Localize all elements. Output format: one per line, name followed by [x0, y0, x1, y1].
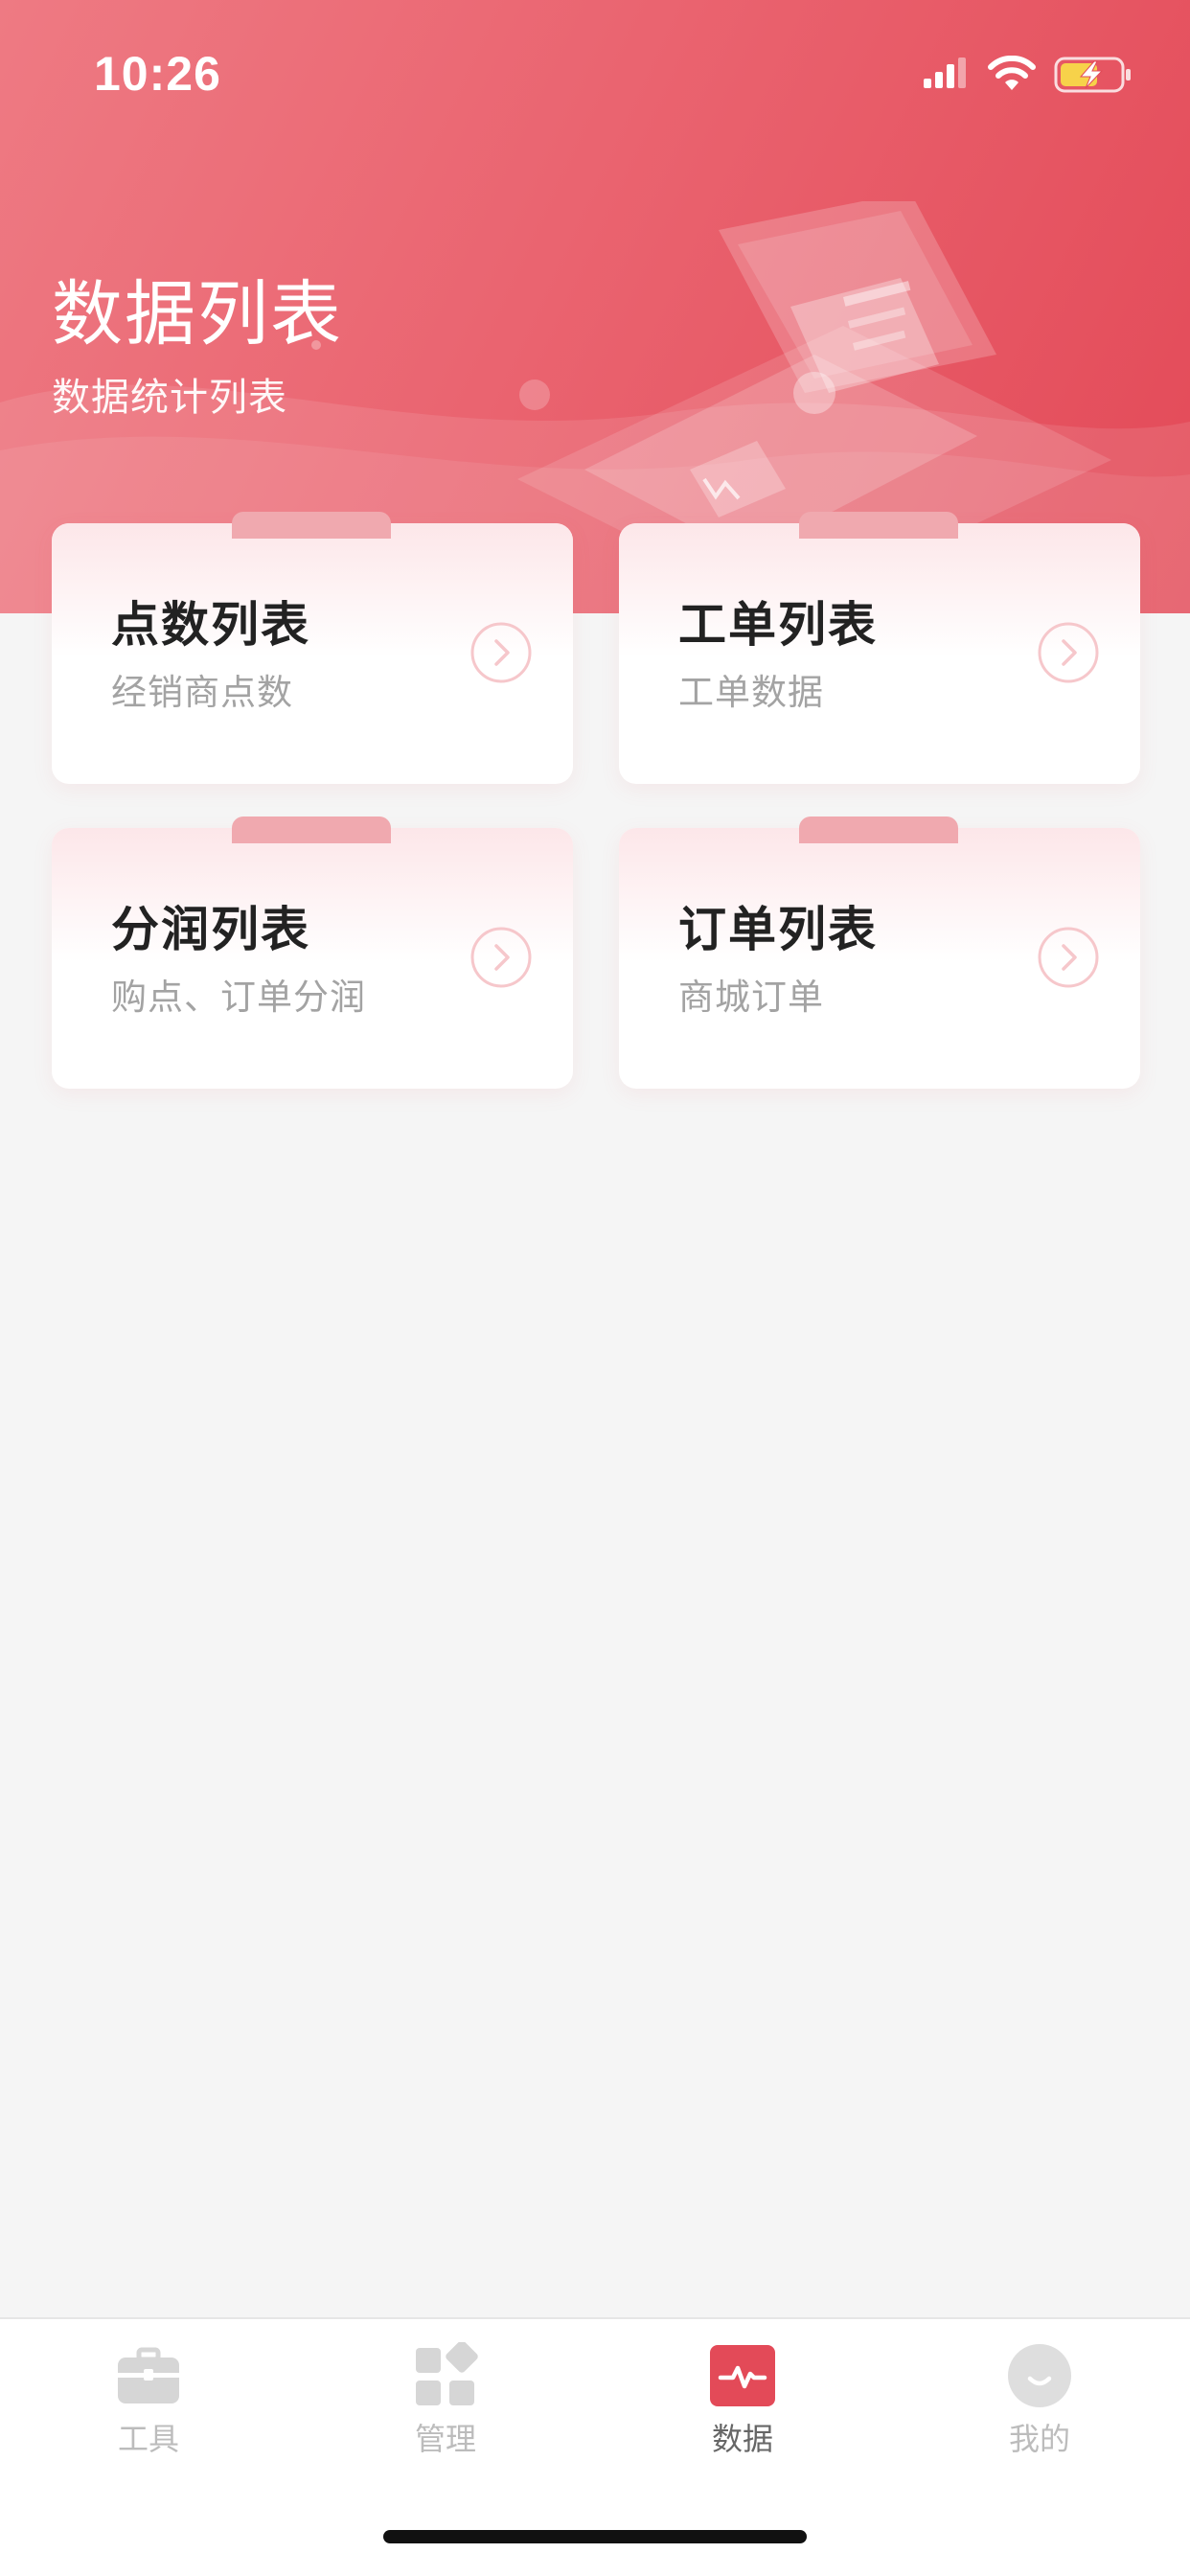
- grid-icon: [416, 2342, 478, 2405]
- tab-label: 数据: [711, 2421, 773, 2457]
- chevron-right-icon[interactable]: [469, 621, 533, 684]
- wifi-icon: [988, 56, 1036, 90]
- briefcase-icon: [118, 2347, 179, 2404]
- card-profit-share-list[interactable]: 分润列表 购点、订单分润: [52, 816, 573, 1089]
- card-title: 工单列表: [678, 597, 878, 653]
- card-tab-decoration: [232, 512, 391, 539]
- chevron-right-icon[interactable]: [1037, 926, 1100, 989]
- card-description: 工单数据: [678, 672, 824, 713]
- tab-label: 管理: [414, 2421, 476, 2457]
- card-description: 商城订单: [678, 977, 824, 1018]
- tab-tools[interactable]: 工具: [0, 2319, 297, 2472]
- card-order-list[interactable]: 订单列表 商城订单: [619, 816, 1140, 1089]
- card-title: 分润列表: [111, 902, 310, 957]
- page-title: 数据列表: [52, 273, 343, 356]
- home-indicator[interactable]: [383, 2530, 807, 2543]
- status-bar: 10:26: [0, 0, 1190, 144]
- signal-icon: [924, 58, 966, 88]
- battery-charging-icon: [1054, 57, 1131, 93]
- card-title: 点数列表: [111, 597, 310, 653]
- pulse-icon: [710, 2345, 775, 2406]
- tab-mine[interactable]: 我的: [891, 2319, 1188, 2472]
- header-banner: 10:26 数据列表 数据统计列表: [0, 0, 1190, 613]
- tab-label: 工具: [117, 2421, 179, 2457]
- tab-manage[interactable]: 管理: [297, 2319, 594, 2472]
- smile-icon: [1008, 2344, 1071, 2407]
- card-title: 订单列表: [678, 902, 878, 957]
- page-subtitle: 数据统计列表: [52, 376, 287, 420]
- card-tab-decoration: [232, 816, 391, 843]
- tab-label: 我的: [1008, 2421, 1070, 2457]
- card-description: 经销商点数: [111, 672, 293, 713]
- card-description: 购点、订单分润: [111, 977, 366, 1018]
- tab-data[interactable]: 数据: [594, 2319, 891, 2472]
- chevron-right-icon[interactable]: [469, 926, 533, 989]
- chevron-right-icon[interactable]: [1037, 621, 1100, 684]
- card-tab-decoration: [799, 816, 958, 843]
- card-points-list[interactable]: 点数列表 经销商点数: [52, 512, 573, 784]
- status-time: 10:26: [94, 47, 221, 101]
- card-workorder-list[interactable]: 工单列表 工单数据: [619, 512, 1140, 784]
- card-tab-decoration: [799, 512, 958, 539]
